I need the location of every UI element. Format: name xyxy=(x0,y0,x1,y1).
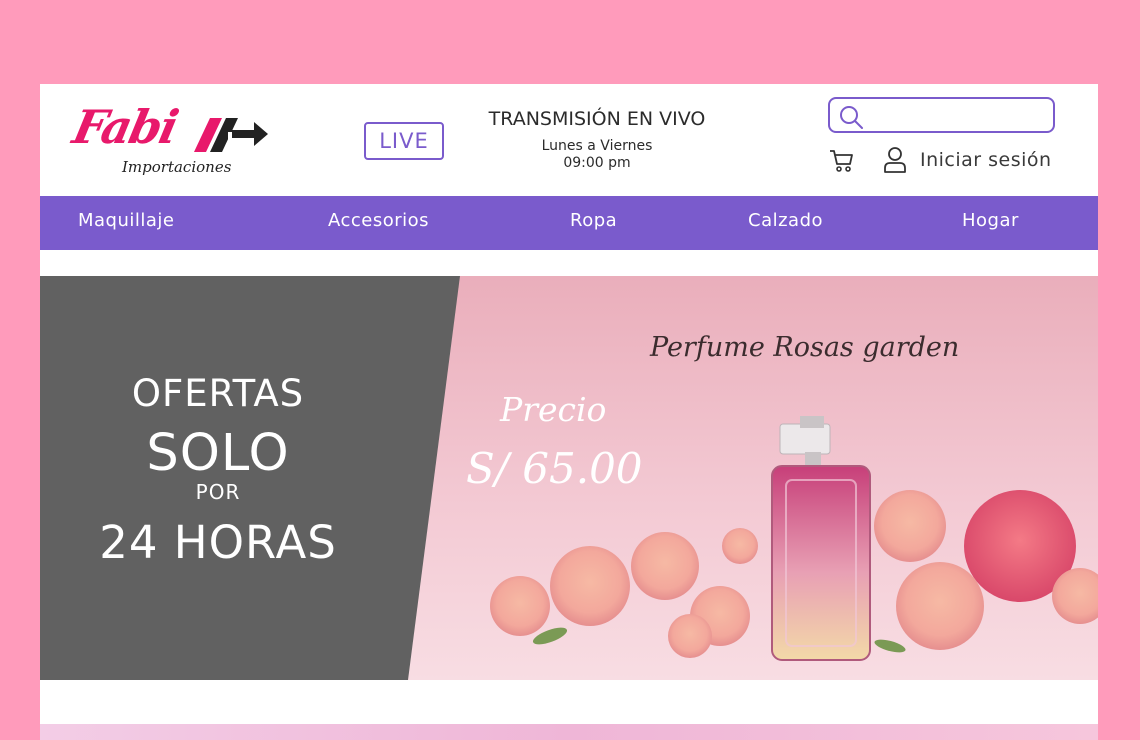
offer-line-4: 24 HORAS xyxy=(99,516,337,569)
search-box[interactable] xyxy=(828,97,1055,133)
perfume-roses-image xyxy=(490,416,1098,661)
stream-title: TRANSMISIÓN EN VIVO xyxy=(488,108,706,130)
login-link[interactable]: Iniciar sesión xyxy=(920,149,1052,171)
nav-item-ropa[interactable]: Ropa xyxy=(570,210,617,231)
store-page: Fabi Importaciones LIVE TRANSMISIÓN EN V… xyxy=(40,84,1098,740)
nav-item-calzado[interactable]: Calzado xyxy=(748,210,823,231)
nav-item-maquillaje[interactable]: Maquillaje xyxy=(78,210,175,231)
offer-line-2: SOLO xyxy=(146,424,290,483)
price-value: S/ 65.00 xyxy=(466,444,643,493)
user-icon[interactable] xyxy=(882,146,908,174)
offer-line-1: OFERTAS xyxy=(131,372,305,415)
nav-item-hogar[interactable]: Hogar xyxy=(962,210,1019,231)
price-label: Precio xyxy=(500,390,607,429)
site-header: Fabi Importaciones LIVE TRANSMISIÓN EN V… xyxy=(40,84,1098,196)
product-name: Perfume Rosas garden xyxy=(650,332,960,363)
nav-item-accesorios[interactable]: Accesorios xyxy=(328,210,429,231)
cart-icon[interactable] xyxy=(828,148,856,174)
logo-subtext: Importaciones xyxy=(122,158,232,176)
category-nav: Maquillaje Accesorios Ropa Calzado Hogar xyxy=(40,196,1098,250)
logo-wordmark: Fabi xyxy=(68,100,182,154)
search-input[interactable] xyxy=(870,102,1046,128)
stream-days: Lunes a Viernes xyxy=(541,138,653,154)
live-badge[interactable]: LIVE xyxy=(364,122,444,160)
promo-banner[interactable]: OFERTAS SOLO POR 24 HORAS Perfume Rosas … xyxy=(40,276,1098,680)
stream-time: 09:00 pm xyxy=(563,155,631,171)
brand-logo[interactable]: Fabi Importaciones xyxy=(68,98,270,182)
search-icon[interactable] xyxy=(838,104,864,130)
offer-line-3: POR xyxy=(195,480,241,504)
next-section-strip xyxy=(40,724,1098,740)
logo-mark-icon xyxy=(194,118,268,152)
